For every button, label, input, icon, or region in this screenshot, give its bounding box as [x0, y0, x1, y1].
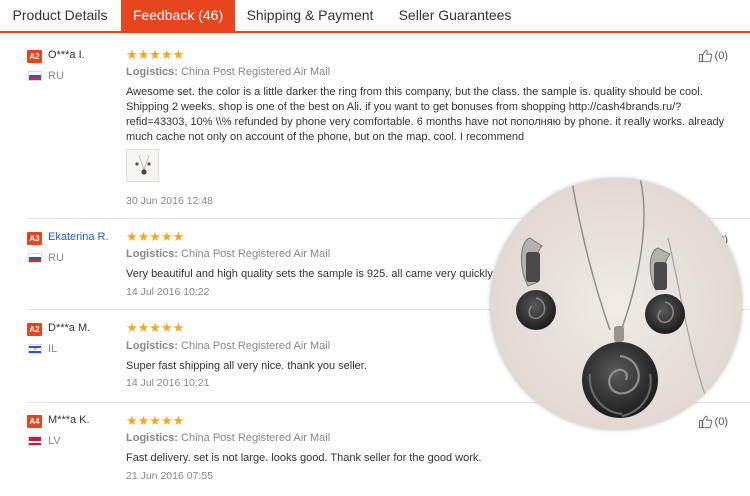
buyer-name: M***a K. — [48, 414, 90, 426]
logistics-info: Logistics: China Post Registered Air Mai… — [126, 432, 330, 444]
buyer-name: D***a M. — [48, 322, 91, 334]
buyer-level-badge: A2 — [27, 323, 42, 336]
logistics-info: Logistics: China Post Registered Air Mai… — [126, 340, 330, 352]
tab-feedback[interactable]: Feedback (46) — [121, 0, 235, 31]
review-date: 14 Jul 2016 10:22 — [126, 286, 210, 298]
review-text: Fast delivery. set is not large. looks g… — [126, 452, 482, 464]
logistics-info: Logistics: China Post Registered Air Mai… — [126, 248, 330, 260]
buyer-name-link[interactable]: Ekaterina R. — [48, 231, 109, 243]
review-date: 21 Jun 2016 07:55 — [126, 470, 213, 482]
star-rating: ★★★★★ — [126, 229, 185, 244]
thumbs-up-icon — [698, 49, 712, 63]
buyer-name: O***a I. — [48, 49, 85, 61]
review-text: Awesome set. the color is a little darke… — [126, 86, 725, 143]
logistics-method: China Post Registered Air Mail — [181, 66, 331, 78]
tab-shipping-payment[interactable]: Shipping & Payment — [237, 0, 383, 31]
star-rating: ★★★★★ — [126, 413, 185, 428]
buyer-level-badge: A4 — [27, 415, 42, 428]
russia-flag-icon — [28, 253, 42, 263]
israel-flag-icon: ✡ — [28, 344, 42, 354]
review-date: 30 Jun 2016 12:48 — [126, 195, 213, 207]
logistics-method: China Post Registered Air Mail — [181, 340, 331, 352]
buyer-level-badge: A3 — [27, 232, 42, 245]
russia-flag-icon — [28, 71, 42, 81]
review-date: 14 Jul 2016 10:21 — [126, 377, 210, 389]
buyer-country: RU — [48, 70, 64, 82]
logistics-method: China Post Registered Air Mail — [181, 432, 331, 444]
buyer-country: IL — [48, 343, 58, 355]
logistics-label: Logistics: — [126, 66, 178, 78]
logistics-label: Logistics: — [126, 248, 178, 260]
buyer-level-badge: A2 — [27, 50, 42, 63]
review-photo-preview[interactable] — [490, 178, 742, 430]
star-rating: ★★★★★ — [126, 320, 185, 335]
logistics-info: Logistics: China Post Registered Air Mai… — [126, 66, 330, 78]
latvia-flag-icon — [28, 436, 42, 446]
star-rating: ★★★★★ — [126, 47, 185, 62]
logistics-label: Logistics: — [126, 340, 178, 352]
logistics-method: China Post Registered Air Mail — [181, 248, 331, 260]
thumbs-up-icon — [698, 415, 712, 429]
helpful-count: (0) — [714, 49, 728, 62]
helpful-count: (0) — [714, 415, 728, 428]
tab-bar: Product Details Feedback (46) Shipping &… — [0, 0, 750, 33]
logistics-label: Logistics: — [126, 432, 178, 444]
tab-product-details[interactable]: Product Details — [0, 0, 120, 31]
helpful-button[interactable]: (0) — [698, 414, 728, 429]
tab-seller-guarantees[interactable]: Seller Guarantees — [385, 0, 525, 31]
review-photo-thumbnail[interactable] — [126, 149, 159, 182]
helpful-button[interactable]: (0) — [698, 48, 728, 63]
buyer-country: RU — [48, 252, 64, 264]
buyer-country: LV — [48, 435, 61, 447]
